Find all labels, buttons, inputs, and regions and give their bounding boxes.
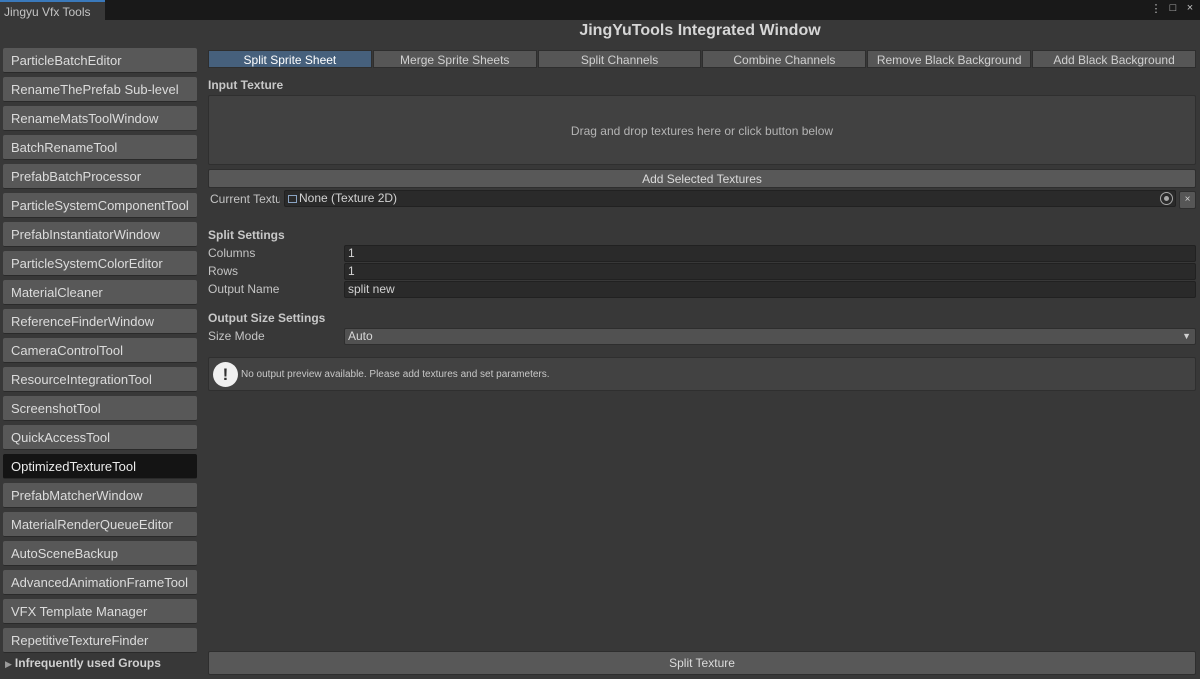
helpbox-message: No output preview available. Please add … [241,369,550,380]
menu-icon[interactable]: ⋮ [1150,2,1162,15]
output-preview-helpbox: ! No output preview available. Please ad… [208,357,1196,391]
sidebar-item[interactable]: PrefabMatcherWindow [3,483,197,508]
size-mode-value: Auto [348,329,373,343]
toolbar-tab[interactable]: Combine Channels [702,50,867,68]
rows-field[interactable]: 1 [344,263,1196,280]
toolbar-tab[interactable]: Add Black Background [1032,50,1196,68]
sidebar-item[interactable]: ParticleBatchEditor [3,48,197,73]
info-icon: ! [213,362,238,387]
maximize-icon[interactable]: □ [1167,2,1179,15]
texture-icon [288,195,297,203]
split-settings-heading: Split Settings [208,228,285,242]
add-selected-textures-button[interactable]: Add Selected Textures [208,169,1196,188]
output-name-field[interactable]: split new [344,281,1196,298]
toolbar-tab[interactable]: Split Channels [537,50,702,68]
sidebar-item[interactable]: ReferenceFinderWindow [3,309,197,334]
output-size-heading: Output Size Settings [208,311,326,325]
sidebar-item[interactable]: AutoSceneBackup [3,541,197,566]
foldout-label: Infrequently used Groups [14,656,161,670]
output-name-label: Output Name [208,282,280,296]
window-tab[interactable]: Jingyu Vfx Tools [0,0,105,20]
sidebar-item[interactable]: ResourceIntegrationTool [3,367,197,392]
sidebar-item[interactable]: VFX Template Manager [3,599,197,624]
sidebar-item[interactable]: PrefabInstantiatorWindow [3,222,197,247]
rows-label: Rows [208,264,239,278]
current-texture-label: Current Textu [210,192,280,206]
sidebar-item[interactable]: ScreenshotTool [3,396,197,421]
chevron-down-icon: ▼ [1182,331,1191,341]
input-texture-heading: Input Texture [208,78,284,92]
texture-drop-zone[interactable]: Drag and drop textures here or click but… [208,95,1196,165]
title-bar: Jingyu Vfx Tools ⋮ □ × [0,0,1200,20]
current-texture-field[interactable]: None (Texture 2D) [284,190,1176,207]
foldout-arrow-icon: ▶ [5,659,12,669]
close-icon[interactable]: × [1184,2,1196,15]
size-mode-dropdown[interactable]: Auto ▼ [344,328,1196,345]
sidebar-item[interactable]: RenameThePrefab Sub-level [3,77,197,102]
window-title: JingYuTools Integrated Window [579,22,821,39]
clear-texture-button[interactable]: × [1179,191,1196,209]
columns-field[interactable]: 1 [344,245,1196,262]
toolbar-tab[interactable]: Split Sprite Sheet [208,50,372,68]
infrequent-groups-foldout[interactable]: ▶ Infrequently used Groups [5,656,161,670]
toolbar-tab[interactable]: Remove Black Background [867,50,1032,68]
sidebar-item[interactable]: CameraControlTool [3,338,197,363]
sidebar-item[interactable]: MaterialRenderQueueEditor [3,512,197,537]
current-texture-value: None (Texture 2D) [299,191,398,205]
columns-label: Columns [208,246,256,260]
sidebar: ParticleBatchEditor RenameThePrefab Sub-l… [3,48,197,657]
sidebar-item[interactable]: ParticleSystemComponentTool [3,193,197,218]
sidebar-item[interactable]: BatchRenameTool [3,135,197,160]
object-picker-icon[interactable] [1160,192,1173,205]
toolbar-tab[interactable]: Merge Sprite Sheets [372,50,537,68]
sidebar-item[interactable]: RepetitiveTextureFinder [3,628,197,653]
sidebar-item[interactable]: AdvancedAnimationFrameTool [3,570,197,595]
mode-toolbar: Split Sprite Sheet Merge Sprite Sheets Spl… [208,50,1196,68]
sidebar-item[interactable]: MaterialCleaner [3,280,197,305]
sidebar-item[interactable]: QuickAccessTool [3,425,197,450]
sidebar-item[interactable]: ParticleSystemColorEditor [3,251,197,276]
sidebar-item[interactable]: PrefabBatchProcessor [3,164,197,189]
sidebar-item[interactable]: OptimizedTextureTool [3,454,197,479]
split-texture-button[interactable]: Split Texture [208,651,1196,675]
sidebar-item[interactable]: RenameMatsToolWindow [3,106,197,131]
window-controls: ⋮ □ × [1150,2,1196,15]
size-mode-label: Size Mode [208,329,265,343]
